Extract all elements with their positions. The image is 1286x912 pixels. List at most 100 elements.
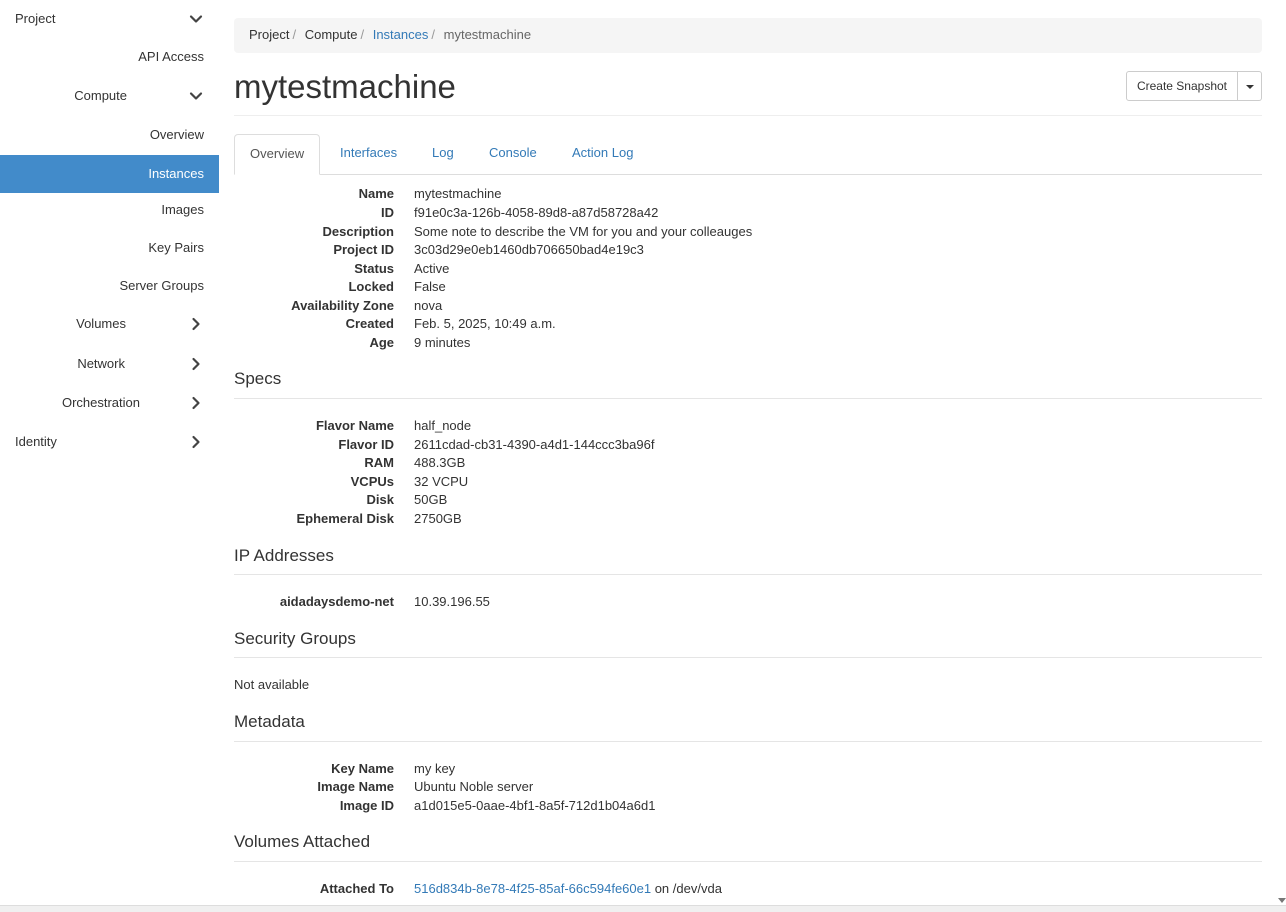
sidebar-item-label: Compute: [74, 88, 127, 103]
breadcrumb-instances-link[interactable]: Instances: [373, 27, 429, 42]
detail-label: Locked: [348, 279, 394, 294]
detail-label: RAM: [364, 455, 394, 470]
detail-label: Flavor ID: [338, 437, 394, 452]
breadcrumb: Project / Compute / Instances / mytestmachi…: [234, 18, 1262, 53]
tab-action-log[interactable]: Action Log: [557, 134, 648, 175]
volume-link[interactable]: 516d834b-8e78-4f25-85af-66c594fe60e1: [414, 881, 651, 896]
tab-overview[interactable]: Overview: [234, 134, 321, 175]
sidebar-item-label: Server Groups: [119, 278, 204, 293]
section-volumes-attached: Volumes Attached: [234, 832, 1262, 862]
detail-label: Flavor Name: [315, 418, 394, 433]
sidebar-item-identity[interactable]: Identity: [0, 423, 219, 461]
sidebar-item-api-access[interactable]: API Access: [0, 38, 219, 76]
detail-value: 32 VCPU: [414, 474, 469, 489]
detail-row-project-id: Project ID 3c03d29e0eb1460db706650bad4e1…: [234, 242, 1262, 261]
detail-row-image-name: Image Name Ubuntu Noble server: [234, 779, 1262, 798]
sidebar-item-server-groups[interactable]: Server Groups: [0, 267, 219, 305]
sidebar-item-label: Key Pairs: [148, 240, 204, 255]
sidebar-item-key-pairs[interactable]: Key Pairs: [0, 229, 219, 267]
section-metadata: Metadata: [234, 712, 1262, 742]
title-divider: [234, 115, 1262, 116]
snapshot-button-group: Create Snapshot: [1125, 71, 1262, 101]
section-heading: Metadata: [234, 712, 305, 731]
create-snapshot-button[interactable]: Create Snapshot: [1125, 71, 1238, 101]
sidebar-item-label: Network: [77, 356, 125, 371]
tab-console[interactable]: Console: [474, 134, 552, 175]
tab-log[interactable]: Log: [417, 134, 469, 175]
detail-label: Project ID: [333, 242, 394, 257]
detail-row-flavor-id: Flavor ID 2611cdad-cb31-4390-a4d1-144ccc…: [234, 437, 1262, 456]
detail-row-vcpus: VCPUs 32 VCPU: [234, 474, 1262, 493]
detail-row-disk: Disk 50GB: [234, 492, 1262, 511]
sidebar-item-label: Overview: [149, 127, 204, 142]
detail-row-name: Name mytestmachine: [234, 186, 1262, 205]
tab-interfaces[interactable]: Interfaces: [325, 134, 412, 175]
section-divider: [234, 398, 1262, 399]
detail-row-availability-zone: Availability Zone nova: [234, 298, 1262, 317]
sidebar-item-overview[interactable]: Overview: [0, 116, 219, 154]
detail-row-attached-to: Attached To 516d834b-8e78-4f25-85af-66c5…: [234, 881, 1262, 900]
detail-label: Name: [358, 186, 394, 201]
scroll-down-arrow-icon[interactable]: [1278, 893, 1286, 903]
detail-value: Active: [414, 261, 450, 276]
section-heading: Specs: [234, 369, 282, 388]
sidebar-item-volumes[interactable]: Volumes: [0, 305, 219, 343]
sidebar-item-network[interactable]: Network: [0, 345, 219, 383]
section-ip-addresses: IP Addresses: [234, 546, 1262, 575]
detail-label: aidadaysdemo-net: [279, 594, 394, 609]
detail-value: 10.39.196.55: [414, 594, 490, 609]
breadcrumb-current: mytestmachine: [443, 27, 532, 42]
chevron-right-icon: [189, 357, 203, 371]
detail-label: Ephemeral Disk: [296, 511, 394, 526]
detail-value: Feb. 5, 2025, 10:49 a.m.: [414, 316, 556, 331]
detail-value: f91e0c3a-126b-4058-89d8-a87d58728a42: [414, 205, 659, 220]
detail-value: mytestmachine: [414, 186, 502, 201]
detail-row-created: Created Feb. 5, 2025, 10:49 a.m.: [234, 316, 1262, 335]
sidebar-item-label: Volumes: [76, 316, 126, 331]
detail-value: False: [414, 279, 446, 294]
detail-row-ephemeral-disk: Ephemeral Disk 2750GB: [234, 511, 1262, 530]
main-content: Project / Compute / Instances / mytestmachi…: [234, 0, 1262, 911]
detail-value: Some note to describe the VM for you and…: [414, 224, 753, 239]
detail-label: Availability Zone: [291, 298, 394, 313]
section-heading: IP Addresses: [234, 546, 334, 565]
section-specs: Specs: [234, 369, 1262, 399]
detail-label: Key Name: [331, 761, 394, 776]
detail-row-description: Description Some note to describe the VM…: [234, 224, 1262, 243]
section-divider: [234, 657, 1262, 658]
sidebar-item-images[interactable]: Images: [0, 191, 219, 229]
section-divider: [234, 574, 1262, 575]
chevron-right-icon: [189, 396, 203, 410]
detail-row-key-name: Key Name my key: [234, 761, 1262, 780]
detail-value: half_node: [414, 418, 472, 433]
sidebar-item-compute[interactable]: Compute: [0, 77, 219, 115]
detail-row-ram: RAM 488.3GB: [234, 455, 1262, 474]
detail-value: 50GB: [414, 492, 448, 507]
chevron-down-icon: [189, 12, 203, 26]
detail-value: my key: [414, 761, 456, 776]
section-heading: Security Groups: [234, 629, 356, 648]
detail-label: Created: [345, 316, 394, 331]
page-title: mytestmachine: [234, 68, 456, 105]
breadcrumb-compute: Compute: [304, 27, 358, 42]
detail-label: ID: [381, 205, 394, 220]
image-name-link[interactable]: Ubuntu Noble server: [414, 779, 533, 794]
detail-row-locked: Locked False: [234, 279, 1262, 298]
section-divider: [234, 741, 1262, 742]
sidebar-item-instances[interactable]: Instances: [0, 155, 219, 193]
caret-down-icon: [1246, 85, 1254, 89]
breadcrumb-separator: /: [431, 27, 435, 42]
section-heading: Volumes Attached: [234, 832, 371, 851]
volume-device: on /dev/vda: [651, 881, 722, 896]
breadcrumb-project: Project: [249, 27, 290, 42]
tab-bar: Overview Interfaces Log Console Action L…: [234, 134, 1262, 175]
sidebar-item-project[interactable]: Project: [0, 0, 219, 38]
detail-value: 2750GB: [414, 511, 462, 526]
detail-value: 3c03d29e0eb1460db706650bad4e19c3: [414, 242, 644, 257]
detail-row-image-id: Image ID a1d015e5-0aae-4bf1-8a5f-712d1b0…: [234, 798, 1262, 817]
sidebar-item-label: Images: [161, 202, 204, 217]
detail-label: Age: [369, 335, 394, 350]
detail-value: 9 minutes: [414, 335, 471, 350]
actions-dropdown-toggle[interactable]: [1238, 71, 1262, 101]
sidebar-item-orchestration[interactable]: Orchestration: [0, 384, 219, 422]
